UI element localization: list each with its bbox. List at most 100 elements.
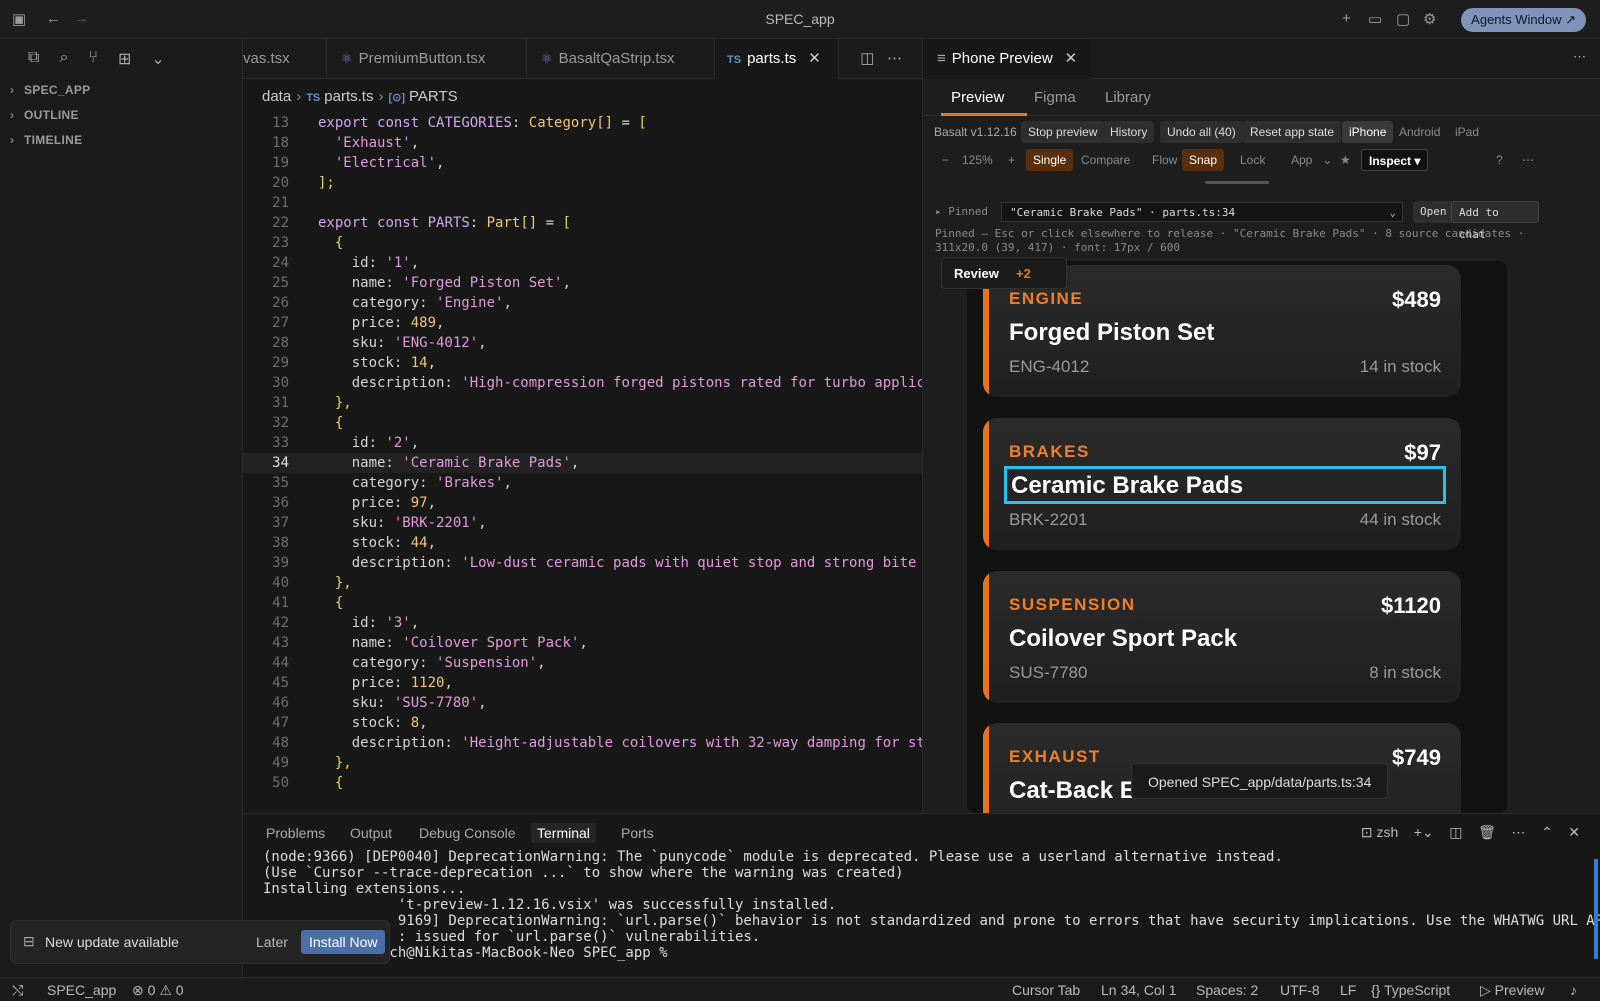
chat-icon[interactable]: ▢ [1396, 10, 1410, 28]
mode-single-button[interactable]: Single [1026, 149, 1074, 171]
scrollbar[interactable] [1594, 859, 1598, 959]
code-line[interactable]: 20]; [243, 173, 922, 193]
more-icon[interactable]: ⋯ [1511, 824, 1525, 840]
open-button[interactable]: Open [1413, 201, 1454, 223]
breadcrumb-symbol[interactable]: PARTS [409, 88, 458, 105]
history-button[interactable]: History [1103, 121, 1155, 143]
card-name-highlighted[interactable]: Ceramic Brake Pads [1004, 466, 1446, 504]
part-card-suspension[interactable]: SUSPENSION $1120 Coilover Sport Pack SUS… [983, 571, 1461, 703]
pinned-select[interactable]: "Ceramic Brake Pads" · parts.ts:34 ⌄ [1001, 202, 1403, 222]
mode-compare-button[interactable]: Compare [1074, 149, 1137, 171]
more-icon[interactable]: ⋯ [1515, 149, 1541, 171]
files-icon[interactable]: ⧉ [28, 49, 39, 69]
code-line[interactable]: 44 category: 'Suspension', [243, 653, 922, 673]
gear-icon[interactable]: ⚙ [1423, 10, 1436, 28]
help-icon[interactable]: ? [1489, 149, 1510, 171]
snap-button[interactable]: Snap [1182, 149, 1225, 171]
tab-premium-button[interactable]: ⚛ PremiumButton.tsx [327, 39, 527, 79]
zoom-out-button[interactable]: − [935, 149, 956, 171]
panel-tab-ports[interactable]: Ports [621, 825, 654, 841]
status-encoding[interactable]: UTF-8 [1280, 982, 1320, 998]
chevron-up-icon[interactable]: ⌃ [1541, 824, 1553, 840]
subtab-figma[interactable]: Figma [1034, 89, 1076, 106]
app-select[interactable]: App ⌄ [1284, 149, 1339, 171]
code-line[interactable]: 29 stock: 14, [243, 353, 922, 373]
split-editor-icon[interactable]: ◫ [860, 50, 874, 67]
device-ipad-button[interactable]: iPad [1448, 121, 1486, 143]
code-line[interactable]: 23 { [243, 233, 922, 253]
code-line[interactable]: 22 export const PARTS: Part[] = [ [243, 213, 922, 233]
panel-tab-debug-console[interactable]: Debug Console [419, 825, 516, 841]
zoom-in-button[interactable]: + [1001, 149, 1022, 171]
code-line[interactable]: 42 id: '3', [243, 613, 922, 633]
subtab-library[interactable]: Library [1105, 89, 1151, 106]
trash-icon[interactable]: 🗑 [1478, 824, 1496, 840]
status-language[interactable]: {} TypeScript [1371, 982, 1450, 998]
subtab-preview[interactable]: Preview [951, 89, 1004, 106]
chevron-down-icon[interactable]: ⌄ [151, 49, 164, 69]
status-spaces[interactable]: Spaces: 2 [1196, 982, 1258, 998]
code-line[interactable]: 39 description: 'Low-dust ceramic pads w… [243, 553, 922, 573]
code-line[interactable]: 40 }, [243, 573, 922, 593]
status-preview[interactable]: ▷ Preview [1480, 982, 1544, 999]
breadcrumb-data[interactable]: data [262, 88, 291, 105]
mode-flow-button[interactable]: Flow [1145, 149, 1184, 171]
code-line[interactable]: 35 category: 'Brakes', [243, 473, 922, 493]
panel-tab-problems[interactable]: Problems [266, 825, 325, 841]
code-line[interactable]: 50 { [243, 773, 922, 793]
code-line[interactable]: 37 sku: 'BRK-2201', [243, 513, 922, 533]
code-line[interactable]: 13 export const CATEGORIES: Category[] = … [243, 113, 922, 133]
problems-indicator[interactable]: ⊗ 0 ⚠ 0 [132, 982, 184, 999]
stop-preview-button[interactable]: Stop preview [1021, 121, 1105, 143]
code-line[interactable]: 41 { [243, 593, 922, 613]
code-line[interactable]: 18 'Exhaust', [243, 133, 922, 153]
panel-tab-output[interactable]: Output [350, 825, 392, 841]
review-popover[interactable]: Review +2 [941, 257, 1067, 289]
sidebar-section-timeline[interactable]: › TIMELINE [10, 133, 82, 147]
code-line[interactable]: 43 name: 'Coilover Sport Pack', [243, 633, 922, 653]
tab-phone-preview[interactable]: ≡ Phone Preview ✕ [923, 39, 1092, 79]
later-button[interactable]: Later [256, 934, 288, 950]
new-terminal-icon[interactable]: +⌄ [1414, 824, 1434, 840]
code-line[interactable]: 36 price: 97, [243, 493, 922, 513]
add-to-chat-button[interactable]: Add to chat [1451, 201, 1539, 241]
status-project[interactable]: SPEC_app [47, 982, 116, 998]
tab-canvas[interactable]: vas.tsx [243, 39, 327, 79]
more-icon[interactable]: ⋯ [1573, 49, 1586, 65]
status-cursor-tab[interactable]: Cursor Tab [1012, 982, 1080, 998]
code-line[interactable]: 30 description: 'High-compression forged… [243, 373, 922, 393]
code-line[interactable]: 31 }, [243, 393, 922, 413]
code-line[interactable]: 45 price: 1120, [243, 673, 922, 693]
code-line[interactable]: 24 id: '1', [243, 253, 922, 273]
remote-icon[interactable]: ⤭ [12, 982, 23, 999]
code-line[interactable]: 26 category: 'Engine', [243, 293, 922, 313]
device-iphone-button[interactable]: iPhone [1342, 121, 1394, 143]
install-now-button[interactable]: Install Now [301, 930, 386, 954]
code-line[interactable]: 47 stock: 8, [243, 713, 922, 733]
code-line[interactable]: 21 [243, 193, 922, 213]
agents-window-button[interactable]: Agents Window ↗ [1461, 8, 1586, 32]
source-control-icon[interactable]: ⑂ [88, 49, 98, 69]
more-icon[interactable]: ⋯ [887, 50, 902, 67]
code-line[interactable]: 48 description: 'Height-adjustable coilo… [243, 733, 922, 753]
shell-name[interactable]: zsh [1376, 824, 1398, 840]
reset-app-state-button[interactable]: Reset app state [1243, 121, 1342, 143]
code-line[interactable]: 33 id: '2', [243, 433, 922, 453]
tab-basalt-qa-strip[interactable]: ⚛ BasaltQaStrip.tsx [527, 39, 715, 79]
code-line[interactable]: 27 price: 489, [243, 313, 922, 333]
bell-icon[interactable]: ♪ [1570, 982, 1577, 998]
lock-button[interactable]: Lock [1233, 149, 1272, 171]
search-icon[interactable]: ⌕ [59, 49, 68, 69]
close-icon[interactable]: ✕ [1065, 50, 1078, 67]
status-eol[interactable]: LF [1340, 982, 1356, 998]
inspect-button[interactable]: Inspect ▾ [1361, 149, 1429, 171]
star-icon[interactable]: ★ [1333, 149, 1358, 171]
code-line[interactable]: 32 { [243, 413, 922, 433]
close-icon[interactable]: ✕ [808, 50, 821, 67]
code-line[interactable]: 49 }, [243, 753, 922, 773]
status-line-col[interactable]: Ln 34, Col 1 [1101, 982, 1177, 998]
layout-icon[interactable]: ▭ [1368, 10, 1382, 28]
sidebar-section-outline[interactable]: › OUTLINE [10, 108, 79, 122]
sidebar-section-spec-app[interactable]: › SPEC_APP [10, 83, 90, 97]
code-editor[interactable]: 13 export const CATEGORIES: Category[] = … [243, 113, 922, 813]
